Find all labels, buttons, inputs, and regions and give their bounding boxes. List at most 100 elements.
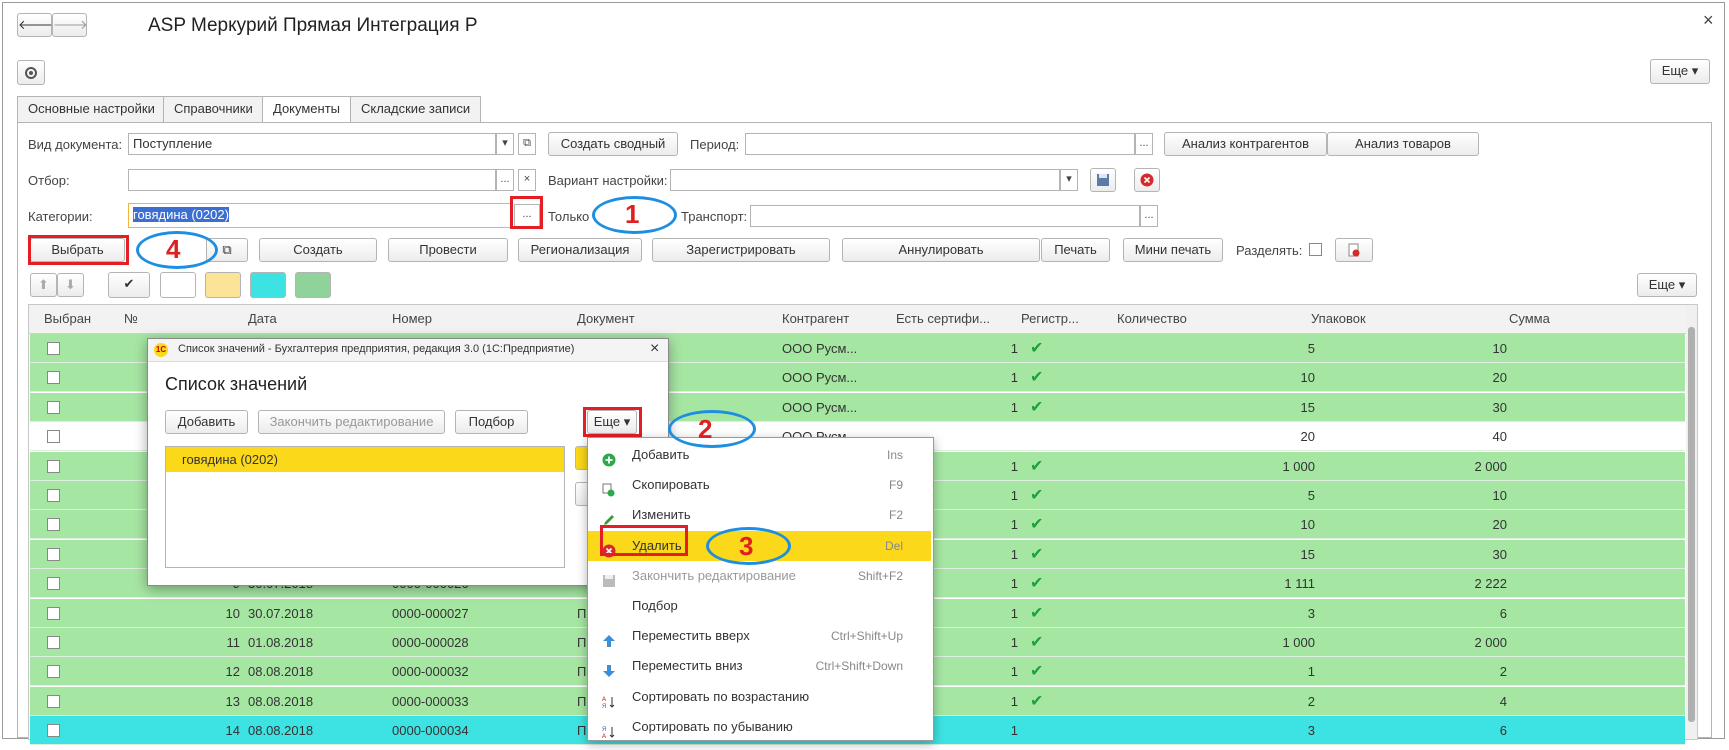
split-checkbox[interactable]: [1309, 243, 1322, 256]
header-registered[interactable]: Регистр...: [1021, 305, 1079, 333]
header-quantity[interactable]: Количество: [1117, 305, 1187, 333]
delete-variant-button[interactable]: [1134, 168, 1160, 192]
svg-text:А: А: [602, 734, 606, 739]
register-button[interactable]: Зарегистрировать: [652, 238, 830, 262]
color-filter-white[interactable]: [160, 272, 196, 298]
move-up-button[interactable]: ⬆: [30, 273, 57, 297]
cell-registered: ✔: [1030, 398, 1044, 416]
row-checkbox[interactable]: [47, 342, 60, 355]
row-checkbox[interactable]: [47, 547, 60, 561]
row-checkbox[interactable]: [47, 606, 60, 620]
categories-field[interactable]: говядина (0202): [128, 203, 511, 228]
context-menu: Добавить Ins Скопировать F9 Изменить F2 Удалит…: [587, 437, 934, 741]
menu-item[interactable]: Закончить редактирование Shift+F2: [588, 561, 931, 591]
menu-item[interactable]: Скопировать F9: [588, 470, 931, 500]
cell-registered: ✔: [1030, 692, 1044, 710]
header-selected[interactable]: Выбран: [44, 305, 91, 333]
cell-quantity: 15: [1300, 546, 1315, 562]
dialog-close-icon[interactable]: ×: [650, 340, 659, 358]
header-number[interactable]: Номер: [392, 305, 432, 333]
variant-field[interactable]: [670, 169, 1060, 191]
dialog-list[interactable]: говядина (0202): [165, 446, 565, 568]
analysis-contractors-button[interactable]: Анализ контрагентов: [1164, 132, 1327, 156]
create-summary-button[interactable]: Создать сводный: [548, 132, 678, 156]
close-icon[interactable]: ×: [1703, 10, 1714, 31]
only-label: Только: [548, 209, 590, 224]
header-certificate[interactable]: Есть сертифи...: [896, 305, 990, 333]
color-filter-green[interactable]: [295, 272, 331, 298]
doc-type-open[interactable]: ⧉: [518, 133, 536, 155]
mini-print-button[interactable]: Мини печать: [1123, 238, 1223, 262]
save-variant-button[interactable]: [1090, 168, 1116, 192]
header-packages[interactable]: Упаковок: [1311, 305, 1366, 333]
settings-button[interactable]: [17, 60, 45, 85]
row-checkbox[interactable]: [47, 371, 60, 385]
row-checkbox[interactable]: [47, 694, 60, 708]
forward-button[interactable]: 🡒: [52, 13, 88, 37]
move-down-button[interactable]: ⬇: [57, 273, 84, 297]
tab-directories[interactable]: Справочники: [163, 96, 264, 122]
delete-doc-button[interactable]: [1335, 238, 1373, 262]
variant-dropdown[interactable]: ▾: [1060, 169, 1078, 191]
menu-item[interactable]: Добавить Ins: [588, 440, 931, 470]
row-checkbox[interactable]: [47, 459, 60, 473]
dialog-list-item[interactable]: говядина (0202): [166, 447, 564, 472]
delete-icon: [1140, 173, 1154, 187]
period-field[interactable]: [745, 133, 1135, 155]
doc-type-dropdown[interactable]: ▾: [496, 133, 514, 155]
filter-select[interactable]: ...: [496, 169, 514, 191]
post-button[interactable]: Провести: [388, 238, 508, 262]
transport-field[interactable]: [750, 205, 1140, 227]
dialog-pick-button[interactable]: Подбор: [455, 410, 528, 434]
menu-item[interactable]: Подбор: [588, 591, 931, 621]
menu-item[interactable]: Я А Сортировать по убыванию: [588, 712, 931, 742]
row-checkbox[interactable]: [47, 518, 60, 532]
tab-documents[interactable]: Документы: [262, 96, 352, 123]
dialog-finish-editing-button[interactable]: Закончить редактирование: [258, 410, 445, 434]
annul-button[interactable]: Аннулировать: [842, 238, 1040, 262]
header-contractor[interactable]: Контрагент: [782, 305, 849, 333]
color-filter-yellow[interactable]: [205, 272, 241, 298]
tab-main-settings[interactable]: Основные настройки: [17, 96, 166, 122]
grid-scrollbar[interactable]: [1686, 305, 1697, 739]
analysis-goods-button[interactable]: Анализ товаров: [1327, 132, 1479, 156]
cell-number: 0000-000027: [392, 605, 469, 621]
more-button-grid[interactable]: Еще ▾: [1637, 273, 1697, 297]
transport-select[interactable]: ...: [1140, 205, 1158, 227]
tab-warehouse-records[interactable]: Складские записи: [350, 96, 482, 122]
cell-quantity: 10: [1300, 370, 1315, 386]
more-button-top[interactable]: Еще ▾: [1650, 59, 1710, 84]
menu-item[interactable]: Переместить вверх Ctrl+Shift+Up: [588, 621, 931, 651]
header-date[interactable]: Дата: [248, 305, 277, 333]
row-checkbox[interactable]: [47, 489, 60, 502]
row-checkbox[interactable]: [47, 400, 60, 414]
check-all-button[interactable]: ✔: [108, 272, 150, 298]
header-document[interactable]: Документ: [577, 305, 635, 333]
filter-clear[interactable]: ×: [518, 169, 536, 191]
header-number-sign[interactable]: №: [124, 305, 138, 333]
period-select[interactable]: ...: [1135, 133, 1153, 155]
doc-type-field[interactable]: Поступление: [128, 133, 496, 155]
cell-packages: 20: [1492, 517, 1507, 533]
print-button[interactable]: Печать: [1041, 238, 1110, 262]
create-button[interactable]: Создать: [259, 238, 377, 262]
row-checkbox[interactable]: [47, 577, 60, 591]
row-checkbox[interactable]: [47, 430, 60, 444]
color-filter-cyan[interactable]: [250, 272, 286, 298]
back-button[interactable]: 🡐: [17, 13, 53, 37]
regionalize-button[interactable]: Регионализация: [518, 238, 642, 262]
cell-registered: ✔: [1030, 604, 1044, 622]
menu-item[interactable]: Переместить вниз Ctrl+Shift+Down: [588, 651, 931, 681]
annotation-number-4: 4: [166, 234, 181, 264]
menu-item[interactable]: А Я Сортировать по возрастанию: [588, 682, 931, 712]
cell-contractor: ООО Русм...: [782, 341, 858, 356]
filter-field[interactable]: [128, 169, 496, 191]
header-sum[interactable]: Сумма: [1509, 305, 1550, 333]
row-checkbox[interactable]: [47, 724, 60, 738]
dialog-add-button[interactable]: Добавить: [165, 410, 248, 434]
row-checkbox[interactable]: [47, 636, 60, 649]
categories-label: Категории:: [28, 209, 93, 224]
grid-scrollbar-thumb[interactable]: [1688, 327, 1695, 722]
row-checkbox[interactable]: [47, 665, 60, 679]
menu-item-label: Закончить редактирование: [632, 567, 796, 583]
